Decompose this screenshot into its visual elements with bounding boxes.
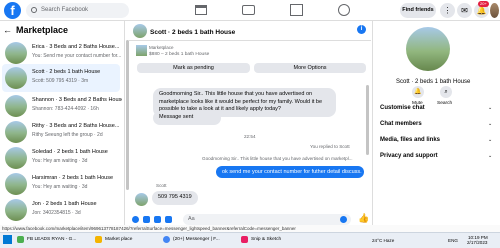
chevron-down-icon: ⌄ <box>488 153 493 159</box>
image-icon[interactable] <box>143 216 150 223</box>
avatar[interactable] <box>490 3 499 18</box>
listing-thumbnail <box>5 173 27 195</box>
groups-icon[interactable] <box>338 4 350 16</box>
clock-date[interactable]: 2/17/2023 <box>467 240 487 245</box>
conversation-title: Harsimran · 2 beds 1 bath House <box>32 175 114 181</box>
quoted-message: Goodmorning Sir.. This little house that… <box>202 156 353 161</box>
media-files-item[interactable]: Media, files and links <box>380 137 440 143</box>
listing-thumbnail <box>5 147 27 169</box>
chevron-down-icon: ⌄ <box>488 105 493 111</box>
snip-icon <box>241 236 248 243</box>
plus-icon[interactable] <box>132 216 139 223</box>
sender-name: Scott <box>156 183 167 188</box>
info-icon[interactable]: i <box>357 25 366 34</box>
marketplace-icon[interactable] <box>290 4 303 16</box>
search-input[interactable]: Search Facebook <box>26 3 129 18</box>
weather-label[interactable]: 24°C Haze <box>372 238 394 243</box>
message-input-placeholder: Aa <box>188 216 195 222</box>
home-icon[interactable] <box>195 5 207 15</box>
conversation-preview: You: Send me your contact number for... <box>32 53 122 59</box>
emoji-icon[interactable] <box>340 216 347 223</box>
conversation-preview: Scott: 509 795 4319 · 3m <box>32 78 89 84</box>
conversation-title: Soledad · 2 beds 1 bath House <box>32 149 108 155</box>
video-icon[interactable] <box>242 5 255 15</box>
customise-chat-item[interactable]: Customise chat <box>380 105 425 111</box>
gif-icon[interactable] <box>165 216 172 223</box>
chat-scrollbar[interactable] <box>366 85 369 155</box>
chevron-down-icon: ⌄ <box>488 137 493 143</box>
taskbar-item[interactable]: FB LEADS RYAN - G... <box>16 234 90 245</box>
conversation-title: Shannon · 3 Beds and 2 Baths House... <box>32 97 122 103</box>
sticker-icon[interactable] <box>154 216 161 223</box>
message-input[interactable] <box>183 214 351 225</box>
chat-members-item[interactable]: Chat members <box>380 121 422 127</box>
conversation-rithy[interactable]: Rithy · 3 Beds and 2 Baths House... Rith… <box>2 118 120 146</box>
listing-avatar[interactable] <box>406 27 450 71</box>
conversation-title: Scott · 2 beds 1 bath House <box>32 69 101 75</box>
timestamp: 22:54 <box>244 134 256 139</box>
listing-thumbnail <box>5 95 27 117</box>
mute-icon[interactable]: 🔔 <box>412 86 424 98</box>
chrome-icon <box>163 236 170 243</box>
sender-avatar[interactable] <box>135 193 148 206</box>
listing-thumbnail <box>5 121 27 143</box>
conversation-preview: Shannon: 783-424-4092 · 16h <box>32 106 99 112</box>
taskbar-item[interactable]: (20+) Messenger | F... <box>162 234 236 245</box>
listing-source: Marketplace <box>149 45 174 50</box>
sent-message-bubble: ok send me your contact number for futhe… <box>216 166 364 178</box>
listing-price[interactable]: $880 – 2 beds 1 bath House <box>149 52 209 57</box>
facebook-logo-icon[interactable]: f <box>4 2 21 19</box>
conversation-title: Rithy · 3 Beds and 2 Baths House... <box>32 123 120 129</box>
search-icon[interactable]: ⌕ <box>440 86 452 98</box>
chat-avatar[interactable] <box>133 24 147 38</box>
conversation-title: Jon · 2 beds 1 bath House <box>32 201 97 207</box>
conversation-title: Erica · 3 Beds and 2 Baths House... <box>32 44 120 50</box>
conversation-shannon[interactable]: Shannon · 3 Beds and 2 Baths House... Sh… <box>2 92 122 120</box>
messenger-icon[interactable]: ✉ <box>457 3 472 18</box>
reply-label: You replied to Scott <box>310 144 350 149</box>
conversation-preview: You: Hey am waiting · 3d <box>32 184 88 190</box>
listing-thumbnail <box>5 67 27 89</box>
search-icon <box>31 7 37 13</box>
conversation-preview: Rithy Seeung left the group · 2d <box>32 132 103 138</box>
folder-icon <box>95 236 102 243</box>
windows-start-icon[interactable] <box>3 235 12 244</box>
taskbar-item[interactable]: Market place <box>94 234 158 245</box>
more-options-button[interactable]: More Options <box>254 63 366 73</box>
conversation-preview: You: Hey am waiting · 3d <box>32 158 88 164</box>
search-label: Search <box>437 101 453 106</box>
listing-thumbnail <box>5 42 27 64</box>
chat-title[interactable]: Scott · 2 beds 1 bath House <box>150 29 235 36</box>
conversation-harsimran[interactable]: Harsimran · 2 beds 1 bath House You: Hey… <box>2 170 120 198</box>
chevron-down-icon: ⌄ <box>488 121 493 127</box>
privacy-support-item[interactable]: Privacy and support <box>380 153 438 159</box>
like-icon[interactable]: 👍 <box>358 213 369 224</box>
find-friends-button[interactable]: Find friends <box>400 3 436 18</box>
menu-grid-icon[interactable]: ⋮ <box>440 3 455 18</box>
conversation-jon[interactable]: Jon · 2 beds 1 bath House Jon: 340235481… <box>2 196 120 224</box>
sheets-icon <box>17 236 24 243</box>
conversation-soledad[interactable]: Soledad · 2 beds 1 bath House You: Hey a… <box>2 144 120 172</box>
listing-thumbnail[interactable] <box>136 45 147 56</box>
notification-badge: 20+ <box>478 1 489 7</box>
panel-title: Scott · 2 beds 1 bath House <box>396 79 471 85</box>
conversation-preview: Jon: 3402354815 · 3d <box>32 210 81 216</box>
mark-pending-button[interactable]: Mark as pending <box>137 63 250 73</box>
link-status-bar: https://www.facebook.com/marketplace/ite… <box>0 225 500 232</box>
conversation-scott[interactable]: Scott · 2 beds 1 bath House Scott: 509 7… <box>2 64 120 92</box>
sidebar-title: Marketplace <box>16 25 69 35</box>
listing-thumbnail <box>5 199 27 221</box>
back-arrow-icon[interactable]: ← <box>3 25 12 35</box>
taskbar-item[interactable]: Snip & Sketch <box>240 234 304 245</box>
sidebar-scrollbar[interactable] <box>126 40 129 190</box>
message-bubble: Message sent <box>153 111 221 125</box>
language-label[interactable]: ENG <box>448 238 458 243</box>
message-bubble: 509 795 4319 <box>152 191 198 205</box>
conversation-erica[interactable]: Erica · 3 Beds and 2 Baths House... You:… <box>2 39 122 67</box>
